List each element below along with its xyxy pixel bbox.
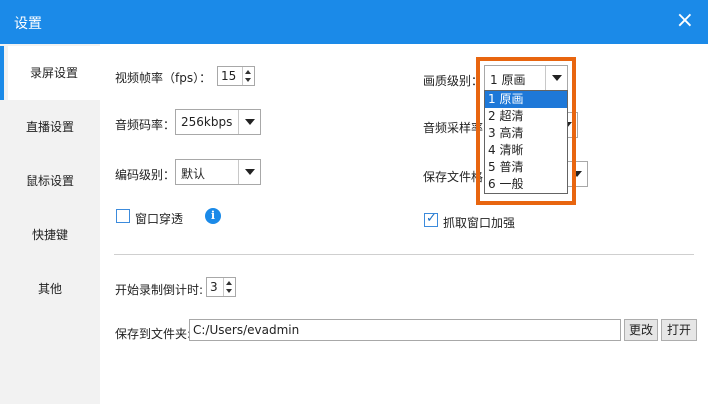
fps-stepper[interactable]: 15 [217, 66, 255, 86]
change-folder-button[interactable]: 更改 [624, 319, 658, 341]
settings-panel: 视频帧率（fps）： 15 画质级别： 1 原画 音频码率： 256kbps 音… [100, 44, 708, 412]
audio-sample-rate-label: 音频采样率 [423, 121, 484, 135]
sidebar: 录屏设置 直播设置 鼠标设置 快捷键 其他 [0, 44, 100, 412]
pass-through-checkbox[interactable] [116, 209, 130, 223]
title-bar: 设置 × [0, 0, 708, 44]
fps-value: 15 [221, 69, 237, 83]
window-bottom-edge [0, 404, 708, 412]
sidebar-item-live-settings[interactable]: 直播设置 [0, 100, 100, 154]
save-folder-label: 保存到文件夹: [115, 327, 192, 341]
quality-label: 画质级别： [423, 74, 484, 88]
fps-stepper-buttons[interactable] [242, 67, 254, 85]
audio-bitrate-value: 256kbps [181, 115, 233, 129]
sidebar-item-other[interactable]: 其他 [0, 262, 100, 316]
info-icon[interactable]: i [205, 208, 221, 224]
countdown-label: 开始录制倒计时: [115, 283, 204, 297]
encode-level-label: 编码级别： [115, 168, 176, 182]
encode-level-select[interactable]: 默认 [175, 159, 261, 185]
countdown-value: 3 [210, 280, 218, 294]
pass-through-label[interactable]: 窗口穿透 [135, 210, 183, 227]
capture-enhance-label[interactable]: 抓取窗口加强 [443, 214, 515, 231]
sidebar-item-mouse-settings[interactable]: 鼠标设置 [0, 154, 100, 208]
arrow-down-icon[interactable] [226, 289, 232, 293]
close-icon[interactable]: × [676, 10, 694, 32]
encode-level-value: 默认 [181, 167, 206, 181]
audio-bitrate-label: 音频码率： [115, 118, 176, 132]
arrow-up-icon[interactable] [226, 281, 232, 285]
annotation-highlight-box [476, 57, 576, 205]
arrow-up-icon[interactable] [245, 70, 251, 74]
save-format-label: 保存文件格 [423, 170, 484, 184]
chevron-down-icon[interactable] [238, 160, 260, 184]
audio-bitrate-select[interactable]: 256kbps [175, 109, 261, 135]
sidebar-item-record-settings[interactable]: 录屏设置 [0, 46, 100, 100]
capture-enhance-checkbox[interactable] [424, 211, 438, 227]
window-title: 设置 [14, 16, 42, 32]
countdown-stepper-buttons[interactable] [223, 278, 235, 296]
sidebar-item-hotkeys[interactable]: 快捷键 [0, 208, 100, 262]
arrow-down-icon[interactable] [245, 78, 251, 82]
save-folder-input[interactable]: C:/Users/evadmin [189, 319, 621, 341]
chevron-down-icon[interactable] [238, 110, 260, 134]
countdown-stepper[interactable]: 3 [206, 277, 236, 297]
save-folder-value: C:/Users/evadmin [193, 323, 300, 337]
fps-label: 视频帧率（fps）： [115, 71, 212, 85]
open-folder-button[interactable]: 打开 [661, 319, 697, 341]
section-divider [114, 254, 694, 255]
